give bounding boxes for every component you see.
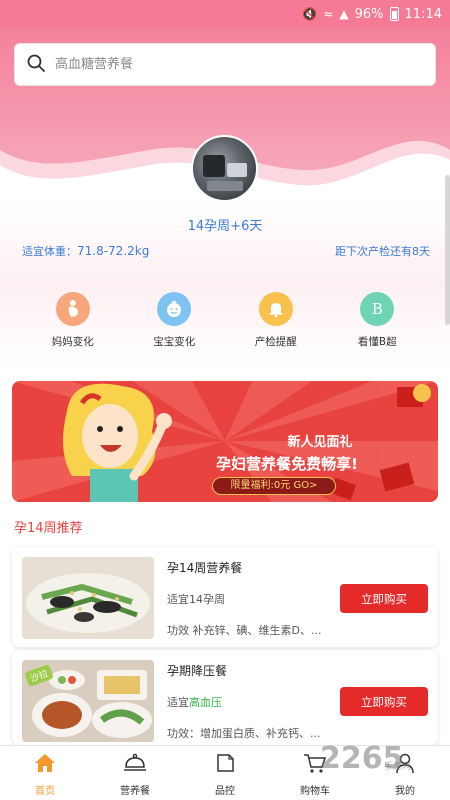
nav-mine[interactable]: 我的 (365, 746, 445, 800)
buy-now-button[interactable]: 立即购买 (340, 584, 428, 613)
bell-icon (258, 292, 293, 326)
search-icon (27, 54, 45, 76)
meal-suitable-text: 适宜14孕周 (167, 593, 225, 606)
nav-label: 营养餐 (120, 786, 150, 797)
suitable-weight: 适宜体重：71.8-72.2kg (22, 243, 149, 259)
home-icon (33, 752, 57, 778)
recommend-title: 孕14周推荐 (14, 521, 83, 536)
meal-image (22, 557, 154, 639)
scrollbar[interactable] (445, 175, 450, 325)
quick-entry-baby[interactable]: 宝宝变化 (134, 292, 214, 352)
buy-now-button[interactable]: 立即购买 (340, 687, 428, 716)
meal-card[interactable]: 孕14周营养餐 适宜14孕周 功效 补充锌、碘、维生素D、... 立即购买 (12, 547, 438, 647)
mom-icon (55, 292, 90, 326)
banner-line2: 孕妇营养餐免费畅享! (216, 455, 358, 473)
battery-percent: 96% (354, 6, 384, 22)
battery-icon (389, 7, 399, 21)
quick-entry-row: 妈妈变化 宝宝变化 产检提醒 B 看懂B超 (0, 292, 450, 352)
meal-suitable: 适宜14孕周 (167, 591, 225, 607)
search-input[interactable] (55, 57, 415, 72)
search-bar[interactable] (14, 43, 436, 86)
nav-quality[interactable]: 品控 (185, 746, 265, 800)
meal-suitable: 适宜高血压 (167, 694, 222, 710)
wifi-icon: ≈ (323, 7, 334, 21)
nav-cart[interactable]: 购物车 (275, 746, 355, 800)
weight-value: 71.8-72.2 (77, 244, 135, 258)
pregnancy-week: 14孕周+6天 (187, 219, 263, 234)
cart-icon (303, 752, 327, 778)
nav-label: 我的 (395, 786, 415, 797)
nav-label: 购物车 (300, 786, 330, 797)
quick-entry-checkup[interactable]: 产检提醒 (236, 292, 316, 352)
shield-icon (214, 752, 236, 778)
meal-name: 孕期降压餐 (167, 664, 228, 678)
meal-suitable-highlight: 高血压 (189, 696, 222, 709)
user-icon (394, 752, 416, 778)
clock: 11:14 (404, 6, 442, 22)
promo-banner[interactable]: 新人见面礼 孕妇营养餐免费畅享! 限量福利:0元 GO> (12, 381, 438, 502)
quick-entry-label: 妈妈变化 (51, 336, 94, 348)
quick-entry-label: 产检提醒 (254, 336, 297, 348)
weight-label: 适宜体重： (22, 245, 77, 258)
avatar[interactable] (191, 135, 258, 202)
bottom-nav: 首页 营养餐 品控 购物车 我的 (0, 745, 450, 800)
quick-entry-ultrasound[interactable]: B 看懂B超 (337, 292, 417, 352)
next-checkup-note[interactable]: 距下次产检还有8天 (335, 243, 430, 259)
meal-effect: 功效：增加蛋白质、补充钙、... (167, 727, 321, 740)
quick-entry-label: 看懂B超 (357, 336, 397, 348)
mute-icon: 🔇 (302, 7, 318, 21)
signal-icon: ▲ (339, 7, 349, 21)
meal-name: 孕14周营养餐 (167, 561, 243, 575)
baby-icon (157, 292, 192, 326)
banner-line1: 新人见面礼 (287, 435, 353, 450)
quick-entry-label: 宝宝变化 (153, 336, 196, 348)
meal-effect: 功效 补充锌、碘、维生素D、... (167, 624, 322, 637)
meal-card[interactable]: 沙拉 孕期降压餐 适宜高血压 功效：增加蛋白质、补充钙、... 立即购买 (12, 650, 438, 745)
status-bar: 🔇 ≈ ▲ 96% 11:14 (0, 0, 450, 28)
b-ultrasound-icon: B (360, 292, 395, 326)
nav-label: 首页 (35, 786, 55, 797)
dish-cover-icon (123, 752, 147, 778)
quick-entry-mom[interactable]: 妈妈变化 (33, 292, 113, 352)
banner-cta[interactable]: 限量福利:0元 GO> (212, 477, 336, 495)
meal-suitable-text: 适宜 (167, 696, 189, 709)
weight-row: 适宜体重：71.8-72.2kg 距下次产检还有8天 (22, 242, 430, 260)
nav-meals[interactable]: 营养餐 (95, 746, 175, 800)
weight-unit: kg (134, 244, 150, 258)
nav-label: 品控 (215, 786, 235, 797)
nav-home[interactable]: 首页 (5, 746, 85, 800)
